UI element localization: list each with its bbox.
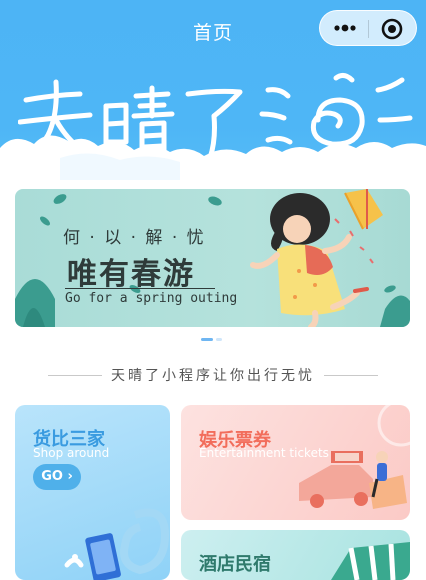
target-circle-icon[interactable] <box>380 17 404 41</box>
banner-english-caption: Go for a spring outing <box>65 291 238 306</box>
banner-title: 唯有春游 <box>67 257 195 292</box>
mini-program-capsule <box>319 10 417 46</box>
banner-pagination <box>201 338 225 342</box>
more-dots-icon[interactable] <box>332 17 358 39</box>
cloud-decoration <box>0 135 426 180</box>
slogan-line-right <box>324 375 378 376</box>
hotel-awning-illustration <box>331 542 410 580</box>
header-hero: 首页 <box>0 0 426 180</box>
banner-subtitle: 何 · 以 · 解 · 忧 <box>63 228 206 248</box>
pagination-dot-active[interactable] <box>201 338 213 341</box>
card-shop-around[interactable]: 货比三家 Shop around GO › <box>15 405 170 580</box>
card-hotel-homestay[interactable]: 酒店民宿 <box>181 530 410 580</box>
banner-divider <box>65 288 215 289</box>
slogan-row: 天晴了小程序让你出行无忧 <box>0 365 426 385</box>
card-entertainment-tickets[interactable]: 娱乐票券 Entertainment tickets <box>181 405 410 520</box>
promo-banner[interactable]: 何 · 以 · 解 · 忧 唯有春游 Go for a spring outin… <box>15 189 410 327</box>
tickets-illustration <box>299 405 410 509</box>
shopping-illustration <box>64 508 170 580</box>
pagination-dot[interactable] <box>216 338 222 341</box>
capsule-divider <box>368 20 369 38</box>
